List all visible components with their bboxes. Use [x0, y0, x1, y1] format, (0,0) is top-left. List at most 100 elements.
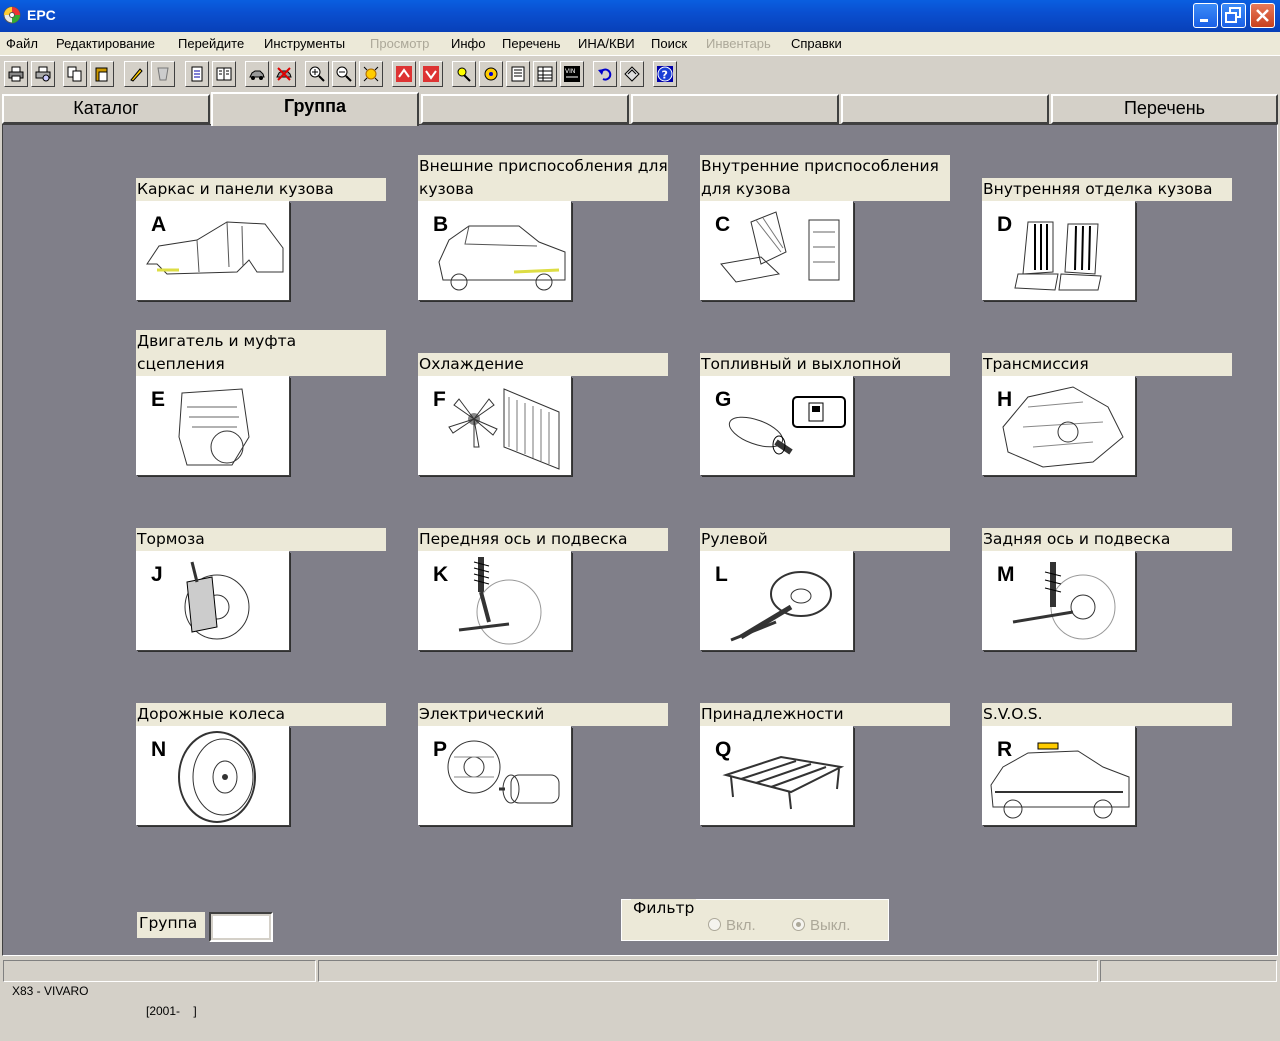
- toolbar: VIN ?: [0, 55, 1280, 93]
- lamp-button[interactable]: [452, 61, 476, 87]
- cross-car-icon: [276, 67, 292, 81]
- group-image-button[interactable]: J: [136, 551, 289, 650]
- group-image-button[interactable]: B: [418, 201, 571, 300]
- group-image-button[interactable]: C: [700, 201, 853, 300]
- group-card-p[interactable]: Электрический P: [418, 680, 670, 830]
- up-arrow-button[interactable]: [392, 61, 416, 87]
- document-button[interactable]: [185, 61, 209, 87]
- group-image-button[interactable]: N: [136, 726, 289, 825]
- layers-button[interactable]: [620, 61, 644, 87]
- group-card-l[interactable]: Рулевой L: [700, 505, 952, 655]
- tab-empty-5[interactable]: [841, 94, 1049, 124]
- group-card-a[interactable]: Каркас и панели кузова A: [136, 155, 388, 305]
- group-label: Охлаждение: [418, 353, 668, 376]
- down-arrow-button[interactable]: [419, 61, 443, 87]
- menu-info[interactable]: Инфо: [451, 36, 485, 51]
- menu-inventory[interactable]: Инвентарь: [706, 36, 771, 51]
- tab-group[interactable]: Группа: [211, 92, 419, 126]
- zoom-in-button[interactable]: [305, 61, 329, 87]
- group-label: Дорожные колеса: [136, 703, 386, 726]
- group-card-j[interactable]: Тормоза J: [136, 505, 388, 655]
- car-button[interactable]: [245, 61, 269, 87]
- group-input[interactable]: [209, 912, 273, 942]
- maximize-button[interactable]: [1221, 3, 1246, 28]
- zoom-out-button[interactable]: [332, 61, 356, 87]
- menu-tools[interactable]: Инструменты: [264, 36, 345, 51]
- group-image-button[interactable]: L: [700, 551, 853, 650]
- status-panel-3: [1100, 960, 1277, 982]
- zoom-out-icon: [336, 66, 352, 82]
- group-card-g[interactable]: Топливный и выхлопной G: [700, 330, 952, 480]
- group-image-button[interactable]: A: [136, 201, 289, 300]
- group-card-n[interactable]: Дорожные колеса N: [136, 680, 388, 830]
- group-image-button[interactable]: M: [982, 551, 1135, 650]
- group-card-d[interactable]: Внутренняя отделка кузова D: [982, 155, 1234, 305]
- group-card-e[interactable]: Двигатель и муфта сцепления E: [136, 330, 388, 480]
- erase-button[interactable]: [151, 61, 175, 87]
- filter-on-radio[interactable]: Вкл.: [708, 917, 756, 934]
- minimize-button[interactable]: [1193, 3, 1218, 28]
- highlight-button[interactable]: [124, 61, 148, 87]
- cross-car-button[interactable]: [272, 61, 296, 87]
- seats-icon: [1014, 221, 1102, 291]
- zoom-fit-button[interactable]: [359, 61, 383, 87]
- menu-view[interactable]: Просмотр: [370, 36, 429, 51]
- undo-button[interactable]: [593, 61, 617, 87]
- menu-goto[interactable]: Перейдите: [178, 36, 244, 51]
- menu-ina-kvi[interactable]: ИНА/КВИ: [578, 36, 635, 51]
- group-image-button[interactable]: F: [418, 376, 571, 475]
- close-button[interactable]: [1250, 3, 1275, 28]
- group-label: Внутренняя отделка кузова: [982, 178, 1232, 201]
- group-image-button[interactable]: P: [418, 726, 571, 825]
- menu-help[interactable]: Справки: [791, 36, 842, 51]
- print-preview-button[interactable]: [31, 61, 55, 87]
- group-image-button[interactable]: H: [982, 376, 1135, 475]
- group-card-f[interactable]: Охлаждение F: [418, 330, 670, 480]
- seat-mechanism-icon: [720, 211, 840, 283]
- group-card-m[interactable]: Задняя ось и подвеска M: [982, 505, 1234, 655]
- group-card-h[interactable]: Трансмиссия H: [982, 330, 1234, 480]
- minimize-icon: [1200, 19, 1208, 22]
- copy-icon: [67, 66, 82, 82]
- group-card-k[interactable]: Передняя ось и подвеска K: [418, 505, 670, 655]
- menu-list[interactable]: Перечень: [502, 36, 561, 51]
- group-image-button[interactable]: E: [136, 376, 289, 475]
- filter-off-radio[interactable]: Выкл.: [792, 917, 850, 934]
- tools-button[interactable]: [479, 61, 503, 87]
- print-icon: [8, 66, 24, 82]
- group-image-button[interactable]: K: [418, 551, 571, 650]
- paste-icon: [95, 67, 108, 82]
- book-button[interactable]: [212, 61, 236, 87]
- tab-empty-3[interactable]: [421, 94, 629, 124]
- brake-icon: [184, 561, 250, 640]
- paste-button[interactable]: [90, 61, 114, 87]
- group-input-value[interactable]: [213, 916, 269, 938]
- table-button[interactable]: [533, 61, 557, 87]
- group-card-q[interactable]: Принадлежности Q: [700, 680, 952, 830]
- help-button[interactable]: ?: [653, 61, 677, 87]
- group-card-c[interactable]: Внутренние приспособления для кузова C: [700, 155, 952, 305]
- menu-bar: Файл Редактирование Перейдите Инструмент…: [0, 32, 1280, 55]
- menu-edit[interactable]: Редактирование: [56, 36, 155, 51]
- group-card-b[interactable]: Внешние приспособления для кузова B: [418, 155, 670, 305]
- menu-file[interactable]: Файл: [6, 36, 38, 51]
- menu-search[interactable]: Поиск: [651, 36, 687, 51]
- group-image-button[interactable]: G: [700, 376, 853, 475]
- group-selection-panel: Каркас и панели кузова A Внешние приспос…: [2, 124, 1278, 956]
- tab-empty-4[interactable]: [631, 94, 839, 124]
- undo-icon: [598, 68, 612, 81]
- copy-button[interactable]: [63, 61, 87, 87]
- list-button[interactable]: [506, 61, 530, 87]
- group-label: Каркас и панели кузова: [136, 178, 386, 201]
- tab-catalog[interactable]: Каталог: [2, 94, 210, 124]
- print-button[interactable]: [4, 61, 28, 87]
- group-label: Передняя ось и подвеска: [418, 528, 668, 551]
- vin-button[interactable]: VIN: [560, 61, 584, 87]
- group-image-button[interactable]: R: [982, 726, 1135, 825]
- group-image-button[interactable]: Q: [700, 726, 853, 825]
- roof-rack-icon: [722, 755, 845, 810]
- group-card-r[interactable]: S.V.O.S. R: [982, 680, 1234, 830]
- status-bar: X83 - VIVARO [2001- ]: [0, 956, 1280, 1018]
- group-image-button[interactable]: D: [982, 201, 1135, 300]
- tab-list[interactable]: Перечень: [1051, 94, 1278, 124]
